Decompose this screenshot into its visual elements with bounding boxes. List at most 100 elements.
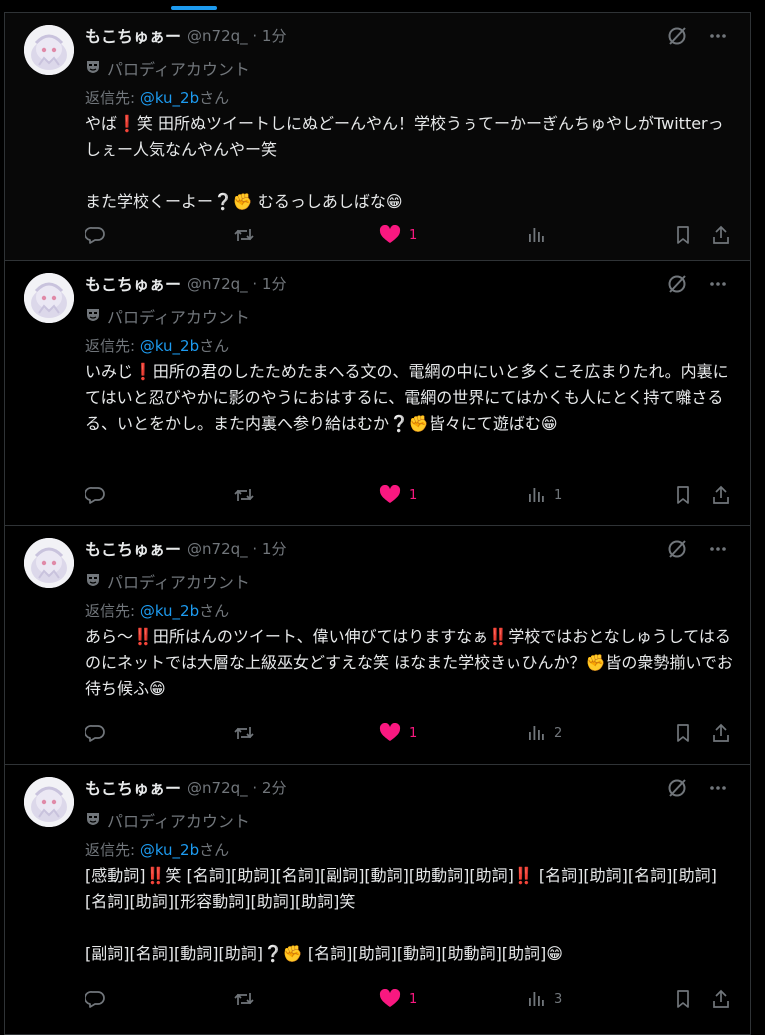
reply-suffix: さん xyxy=(199,337,230,355)
grok-icon[interactable] xyxy=(666,25,688,51)
tweet[interactable]: もこちゅぁー @n72q_ · 1分 パロディアカウント 返信先: @ku_2b… xyxy=(4,526,751,765)
view-count: 3 xyxy=(554,991,563,1007)
reply-prefix: 返信先: xyxy=(85,89,140,107)
parody-label-text: パロディアカウント xyxy=(107,573,250,592)
like-count: 1 xyxy=(409,991,418,1007)
handle-and-time[interactable]: @n72q_ · 1分 xyxy=(187,25,286,46)
avatar[interactable] xyxy=(24,777,74,827)
tweet-header: もこちゅぁー @n72q_ · 1分 xyxy=(85,536,286,560)
tweet-actions: 1 1 xyxy=(85,485,735,509)
share-button[interactable] xyxy=(711,225,731,245)
grok-icon[interactable] xyxy=(666,538,688,564)
reply-prefix: 返信先: xyxy=(85,337,140,355)
tweet-top-actions xyxy=(666,273,728,299)
like-count: 1 xyxy=(409,227,418,243)
tweet-actions: 1 2 xyxy=(85,723,735,747)
parody-mask-icon xyxy=(85,58,101,78)
handle-and-time[interactable]: @n72q_ · 2分 xyxy=(187,777,286,798)
reply-to: 返信先: @ku_2bさん xyxy=(85,839,229,860)
reply-mention-link[interactable]: @ku_2b xyxy=(140,841,199,859)
reply-to: 返信先: @ku_2bさん xyxy=(85,335,229,356)
active-tab-indicator xyxy=(171,6,217,10)
reply-prefix: 返信先: xyxy=(85,841,140,859)
tweet-text: いみじ❗️田所の君のしたためたまへる文の、電網の中にいと多くこそ広まりたれ。内裏… xyxy=(85,362,729,433)
tweet-header: もこちゅぁー @n72q_ · 1分 xyxy=(85,23,286,47)
avatar[interactable] xyxy=(24,273,74,323)
like-button[interactable]: 1 xyxy=(379,225,417,245)
views-button[interactable]: 1 xyxy=(526,485,562,505)
share-button[interactable] xyxy=(711,989,731,1009)
more-options-icon[interactable] xyxy=(708,539,728,563)
tweet-header: もこちゅぁー @n72q_ · 1分 xyxy=(85,271,286,295)
parody-mask-icon xyxy=(85,810,101,830)
like-button[interactable]: 1 xyxy=(379,485,417,505)
grok-icon[interactable] xyxy=(666,777,688,803)
reply-mention-link[interactable]: @ku_2b xyxy=(140,337,199,355)
reply-prefix: 返信先: xyxy=(85,602,140,620)
tweet-text: [感動詞]‼️笑 [名詞][助詞][名詞][副詞][動詞][助動詞][助詞]‼️… xyxy=(85,866,717,963)
reply-suffix: さん xyxy=(199,841,230,859)
tweet[interactable]: もこちゅぁー @n72q_ · 1分 パロディアカウント 返信先: @ku_2b… xyxy=(4,261,751,526)
share-button[interactable] xyxy=(711,485,731,505)
like-count: 1 xyxy=(409,725,418,741)
retweet-button[interactable] xyxy=(233,225,255,245)
like-button[interactable]: 1 xyxy=(379,723,417,743)
parody-label: パロディアカウント xyxy=(85,808,250,832)
retweet-button[interactable] xyxy=(233,989,255,1009)
tweet-text: あら～‼️田所はんのツイート、偉い伸びてはりますなぁ‼️学校ではおとなしゅうして… xyxy=(85,627,733,698)
views-button[interactable] xyxy=(526,225,554,245)
tweet[interactable]: もこちゅぁー @n72q_ · 2分 パロディアカウント 返信先: @ku_2b… xyxy=(4,765,751,1035)
reply-to: 返信先: @ku_2bさん xyxy=(85,87,229,108)
reply-button[interactable] xyxy=(85,485,105,505)
tweet-top-actions xyxy=(666,777,728,803)
retweet-button[interactable] xyxy=(233,485,255,505)
display-name[interactable]: もこちゅぁー xyxy=(85,23,181,47)
like-button[interactable]: 1 xyxy=(379,989,417,1009)
reply-mention-link[interactable]: @ku_2b xyxy=(140,89,199,107)
parody-label-text: パロディアカウント xyxy=(107,60,250,79)
parody-label: パロディアカウント xyxy=(85,569,250,593)
display-name[interactable]: もこちゅぁー xyxy=(85,536,181,560)
parody-label-text: パロディアカウント xyxy=(107,308,250,327)
more-options-icon[interactable] xyxy=(708,274,728,298)
tweet-actions: 1 3 xyxy=(85,989,735,1013)
tweet-header: もこちゅぁー @n72q_ · 2分 xyxy=(85,775,286,799)
grok-icon[interactable] xyxy=(666,273,688,299)
display-name[interactable]: もこちゅぁー xyxy=(85,271,181,295)
view-count: 1 xyxy=(554,487,563,503)
more-options-icon[interactable] xyxy=(708,778,728,802)
tweet[interactable]: もこちゅぁー @n72q_ · 1分 パロディアカウント 返信先: @ku_2b… xyxy=(4,12,751,261)
bookmark-button[interactable] xyxy=(673,989,693,1009)
more-options-icon[interactable] xyxy=(708,26,728,50)
views-button[interactable]: 3 xyxy=(526,989,562,1009)
parody-mask-icon xyxy=(85,306,101,326)
parody-mask-icon xyxy=(85,571,101,591)
reply-mention-link[interactable]: @ku_2b xyxy=(140,602,199,620)
display-name[interactable]: もこちゅぁー xyxy=(85,775,181,799)
avatar[interactable] xyxy=(24,538,74,588)
reply-suffix: さん xyxy=(199,602,230,620)
parody-label: パロディアカウント xyxy=(85,56,250,80)
parody-label-text: パロディアカウント xyxy=(107,812,250,831)
reply-button[interactable] xyxy=(85,225,105,245)
handle-and-time[interactable]: @n72q_ · 1分 xyxy=(187,538,286,559)
reply-to: 返信先: @ku_2bさん xyxy=(85,600,229,621)
tweet-text: やば❗️笑 田所ぬツイートしにぬどーんやん！学校うぅてーかーぎんちゅやしがTwi… xyxy=(85,114,724,211)
tweet-actions: 1 xyxy=(85,225,735,249)
reply-suffix: さん xyxy=(199,89,230,107)
parody-label: パロディアカウント xyxy=(85,304,250,328)
avatar[interactable] xyxy=(24,25,74,75)
views-button[interactable]: 2 xyxy=(526,723,562,743)
like-count: 1 xyxy=(409,487,418,503)
bookmark-button[interactable] xyxy=(673,485,693,505)
tweet-top-actions xyxy=(666,538,728,564)
retweet-button[interactable] xyxy=(233,723,255,743)
reply-button[interactable] xyxy=(85,723,105,743)
reply-button[interactable] xyxy=(85,989,105,1009)
handle-and-time[interactable]: @n72q_ · 1分 xyxy=(187,273,286,294)
share-button[interactable] xyxy=(711,723,731,743)
tweet-top-actions xyxy=(666,25,728,51)
view-count: 2 xyxy=(554,725,563,741)
bookmark-button[interactable] xyxy=(673,723,693,743)
bookmark-button[interactable] xyxy=(673,225,693,245)
